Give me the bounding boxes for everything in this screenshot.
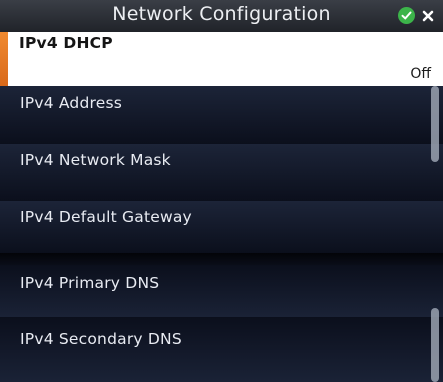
list-item-label: IPv4 Default Gateway: [20, 208, 192, 226]
list-item-label: IPv4 DHCP: [19, 34, 113, 52]
settings-list: IPv4 DHCP Off IPv4 Address IPv4 Network …: [0, 32, 443, 382]
checkmark-icon[interactable]: [398, 7, 415, 24]
title-actions: [398, 7, 435, 24]
list-item-label: IPv4 Network Mask: [20, 151, 171, 169]
list-item-ipv4-secondary-dns[interactable]: IPv4 Secondary DNS: [0, 317, 443, 382]
list-item-label: IPv4 Secondary DNS: [20, 330, 182, 348]
list-item-label: IPv4 Address: [20, 94, 123, 112]
title-bar: Network Configuration: [0, 0, 443, 32]
list-item-ipv4-network-mask[interactable]: IPv4 Network Mask: [0, 144, 443, 201]
scrollbar-thumb-secondary[interactable]: [431, 308, 439, 382]
list-item-value: Off: [410, 66, 431, 82]
scrollbar-thumb[interactable]: [431, 86, 439, 162]
network-configuration-screen: Network Configuration IPv4 DHCP Off IPv4…: [0, 0, 443, 382]
list-item-ipv4-address[interactable]: IPv4 Address: [0, 86, 443, 144]
page-title: Network Configuration: [112, 3, 331, 25]
close-icon[interactable]: [420, 8, 435, 23]
section-divider: [0, 253, 443, 265]
selection-accent: [0, 32, 8, 86]
list-item-ipv4-dhcp[interactable]: IPv4 DHCP Off: [0, 32, 443, 86]
list-item-ipv4-primary-dns[interactable]: IPv4 Primary DNS: [0, 265, 443, 317]
list-item-label: IPv4 Primary DNS: [20, 274, 160, 292]
list-item-ipv4-default-gateway[interactable]: IPv4 Default Gateway: [0, 201, 443, 253]
